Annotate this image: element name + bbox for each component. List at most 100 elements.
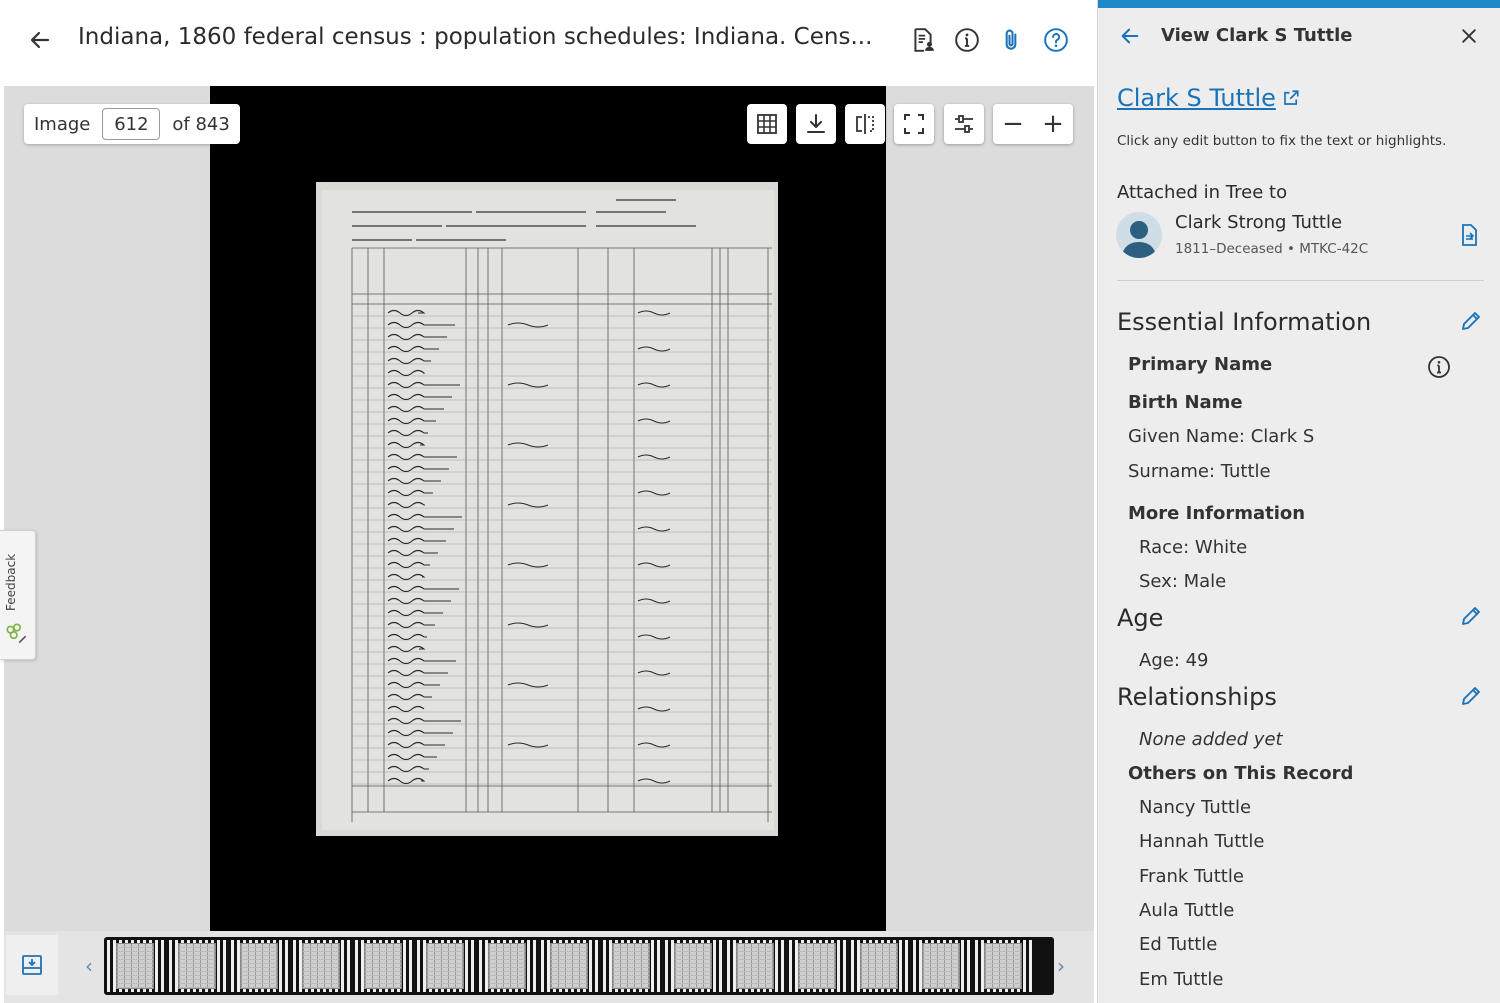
filmstrip-thumbnail[interactable] [786,940,848,992]
feedback-tab[interactable]: Feedback [0,530,36,660]
person-record-link[interactable]: Clark S Tuttle [1117,84,1300,112]
filmstrip-thumbnail[interactable] [104,940,166,992]
panel-close-button[interactable] [1453,20,1485,52]
filmstrip-thumbnail[interactable] [290,940,352,992]
download-button[interactable] [796,104,836,144]
thumbnail-image [736,943,774,989]
panel-header: View Clark S Tuttle [1161,25,1353,46]
thumbnail-image [240,943,278,989]
panel-back-button[interactable] [1114,20,1146,52]
pencil-icon [1462,312,1480,330]
census-page-image[interactable] [316,182,778,836]
avatar[interactable] [1116,212,1162,258]
document-person-icon [914,28,934,52]
other-person-nancy[interactable]: Nancy Tuttle [1139,797,1251,818]
primary-name-info-button[interactable] [1426,354,1452,380]
image-counter: Image 612 of 843 [24,104,240,144]
others-on-record-heading: Others on This Record [1128,763,1354,784]
thumbnail-image [488,943,526,989]
feedback-leaf-icon [4,621,30,651]
grid-view-button[interactable] [747,104,787,144]
paperclip-icon [1005,29,1017,50]
tree-record-button[interactable] [1454,220,1484,250]
edit-hint-text: Click any edit button to fix the text or… [1117,133,1447,149]
record-details-button[interactable] [905,22,941,58]
filmstrip-thumbnail[interactable] [352,940,414,992]
arrow-left-icon [1121,28,1139,44]
surname-field: Surname: Tuttle [1128,461,1271,482]
grid-icon [757,114,777,134]
edit-essential-button[interactable] [1456,306,1486,336]
thumbnail-image [116,943,154,989]
thumbnail-image [922,943,960,989]
divider [1117,280,1484,281]
other-person-frank[interactable]: Frank Tuttle [1139,866,1244,887]
help-button[interactable] [1038,22,1074,58]
filmstrip-thumbnail[interactable] [848,940,910,992]
filmstrip-prev-button[interactable]: ‹ [76,945,102,987]
filmstrip-thumbnail[interactable] [228,940,290,992]
thumbnail-image [302,943,340,989]
given-name-field: Given Name: Clark S [1128,426,1315,447]
relationships-title: Relationships [1117,683,1277,711]
filmstrip-thumbnail[interactable] [662,940,724,992]
essential-info-title: Essential Information [1117,308,1372,336]
filmstrip-thumbnail[interactable] [910,940,972,992]
race-field: Race: White [1139,537,1248,558]
feedback-label: Feedback [4,553,18,611]
image-adjust-button[interactable] [944,104,984,144]
thumbnail-image [612,943,650,989]
image-total: of 843 [172,113,230,135]
other-person-ed[interactable]: Ed Tuttle [1139,934,1217,955]
thumbnail-image [674,943,712,989]
sex-field: Sex: Male [1139,571,1227,592]
filmstrip-thumbnail[interactable] [414,940,476,992]
zoom-out-button[interactable]: − [993,104,1033,144]
filmstrip-next-button[interactable]: › [1048,945,1074,987]
thumbnail-image [860,943,898,989]
fullscreen-icon [904,114,924,134]
info-button[interactable] [949,22,985,58]
chevron-right-icon: › [1057,954,1065,978]
back-button[interactable] [22,22,58,58]
tray-download-icon [22,955,42,975]
record-detail-panel: View Clark S Tuttle Clark S Tuttle Click… [1097,0,1500,1003]
filmstrip-thumbnail[interactable] [166,940,228,992]
image-number-input[interactable]: 612 [102,108,161,140]
fullscreen-button[interactable] [894,104,934,144]
image-viewer[interactable]: Image 612 of 843 − + ‹ › [4,86,1094,1003]
help-icon [1044,28,1068,52]
attach-button[interactable] [993,22,1029,58]
thumbnail-image [364,943,402,989]
pencil-icon [1462,687,1480,705]
tree-record-icon [1462,224,1477,246]
tree-person-name[interactable]: Clark Strong Tuttle [1175,212,1342,233]
other-person-hannah[interactable]: Hannah Tuttle [1139,831,1264,852]
filmstrip-thumbnail[interactable] [476,940,538,992]
thumbnail-image [798,943,836,989]
viewer-header: Indiana, 1860 federal census : populatio… [0,0,1097,84]
filmstrip-toggle-button[interactable] [6,935,58,995]
primary-name-heading: Primary Name [1128,354,1273,375]
panel-accent-bar [1098,0,1500,8]
other-person-em[interactable]: Em Tuttle [1139,969,1224,990]
chevron-left-icon: ‹ [85,954,93,978]
compare-button[interactable] [845,104,885,144]
download-icon [807,114,825,133]
zoom-in-button[interactable]: + [1033,104,1073,144]
thumbnail-image [550,943,588,989]
adjust-icon [955,115,973,133]
filmstrip-track[interactable] [104,937,1054,995]
thumbnail-image [984,943,1022,989]
thumbnail-image [178,943,216,989]
image-label: Image [34,113,91,135]
filmstrip-thumbnail[interactable] [538,940,600,992]
edit-relationships-button[interactable] [1456,681,1486,711]
filmstrip-thumbnail[interactable] [600,940,662,992]
other-person-aula[interactable]: Aula Tuttle [1139,900,1234,921]
close-icon [1462,29,1476,43]
filmstrip-thumbnail[interactable] [724,940,786,992]
tree-person-meta: 1811–Deceased • MTKC-42C [1175,241,1369,257]
filmstrip-thumbnail[interactable] [972,940,1034,992]
edit-age-button[interactable] [1456,601,1486,631]
